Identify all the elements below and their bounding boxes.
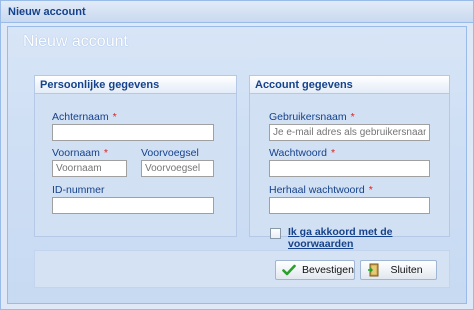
terms-checkbox[interactable]	[270, 228, 281, 239]
account-panel: Nieuw account Persoonlijke gegevens Acht…	[7, 26, 467, 304]
door-exit-icon	[367, 263, 381, 277]
button-bar: Bevestigen Sluiten	[34, 250, 450, 288]
close-button-label: Sluiten	[390, 264, 423, 276]
window-titlebar: Nieuw account	[1, 1, 473, 23]
lastname-label-text: Achternaam	[52, 111, 109, 123]
confirm-button[interactable]: Bevestigen	[275, 260, 355, 280]
repeat-password-label-text: Herhaal wachtwoord	[269, 184, 365, 196]
username-input[interactable]	[269, 124, 430, 141]
firstname-label-text: Voornaam	[52, 147, 100, 159]
prefix-label: Voorvoegsel	[141, 147, 199, 159]
close-button[interactable]: Sluiten	[360, 260, 437, 280]
firstname-input[interactable]	[52, 160, 127, 177]
username-label-text: Gebruikersnaam	[269, 111, 347, 123]
personal-legend: Persoonlijke gegevens	[35, 76, 236, 94]
checkmark-icon	[282, 263, 296, 277]
personal-fieldset: Persoonlijke gegevens Achternaam * Voorna…	[34, 75, 237, 237]
repeat-password-input[interactable]	[269, 197, 430, 214]
terms-link[interactable]: Ik ga akkoord met de voorwaarden	[288, 226, 449, 250]
required-mark: *	[350, 111, 355, 123]
repeat-password-label: Herhaal wachtwoord *	[269, 184, 373, 196]
username-label: Gebruikersnaam *	[269, 111, 355, 123]
id-input[interactable]	[52, 197, 214, 214]
confirm-button-label: Bevestigen	[302, 264, 354, 276]
required-mark: *	[330, 147, 336, 159]
account-window: Nieuw account Nieuw account Persoonlijke…	[0, 0, 474, 310]
account-legend: Account gegevens	[250, 76, 449, 94]
required-mark: *	[368, 184, 373, 196]
lastname-label: Achternaam *	[52, 111, 117, 123]
lastname-input[interactable]	[52, 124, 214, 141]
required-mark: *	[103, 147, 108, 159]
prefix-input[interactable]	[141, 160, 214, 177]
id-label: ID-nummer	[52, 184, 105, 196]
panel-title: Nieuw account	[23, 33, 128, 50]
password-label-text: Wachtwoord	[269, 147, 327, 159]
required-mark: *	[112, 111, 117, 123]
account-fieldset: Account gegevens Gebruikersnaam* Wachtwo…	[249, 75, 450, 250]
password-input[interactable]	[269, 160, 430, 177]
password-label: Wachtwoord *	[269, 147, 335, 159]
firstname-label: Voornaam *	[52, 147, 108, 159]
